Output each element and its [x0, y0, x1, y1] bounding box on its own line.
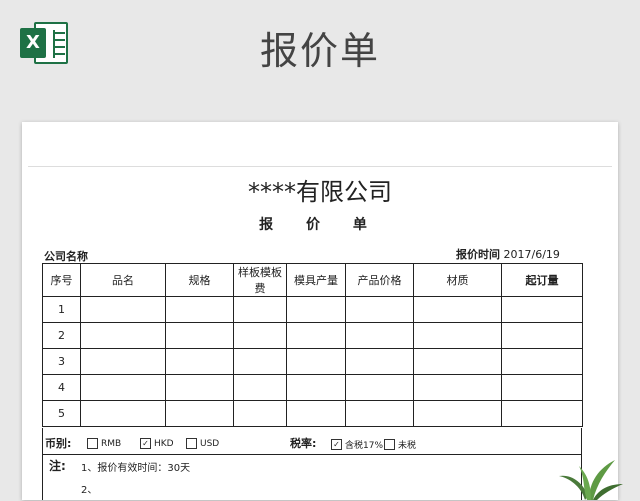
column-header: 起订量	[501, 263, 583, 297]
row-number: 1	[42, 296, 81, 323]
row-number: 2	[42, 322, 81, 349]
quote-table: 序号 品名 规格 样板模板费 模具产量 产品价格 材质 起订量 1 2 3 4 …	[42, 263, 583, 427]
table-header-row: 序号 品名 规格 样板模板费 模具产量 产品价格 材质 起订量	[42, 263, 583, 297]
page-title: 报价单	[259, 29, 380, 73]
column-header: 产品价格	[345, 263, 414, 297]
currency-label: 币别:	[45, 437, 72, 450]
column-header: 序号	[42, 263, 81, 297]
company-name: ****有限公司	[248, 178, 392, 206]
row-number: 3	[42, 348, 81, 375]
checkbox-checked[interactable]: ✓	[140, 438, 151, 449]
currency-option-hkd[interactable]: ✓ HKD	[140, 438, 174, 449]
company-label: 公司名称	[44, 250, 88, 263]
notes-section: 注: 1、报价有效时间：30天 2、	[42, 455, 582, 500]
table-row: 1	[42, 296, 583, 323]
checkbox[interactable]	[384, 439, 395, 450]
table-row: 5	[42, 400, 583, 427]
checkbox-checked[interactable]: ✓	[331, 439, 342, 450]
checkbox[interactable]	[87, 438, 98, 449]
column-header: 材质	[413, 263, 502, 297]
table-row: 4	[42, 374, 583, 401]
row-number: 4	[42, 374, 81, 401]
table-row: 3	[42, 348, 583, 375]
row-number: 5	[42, 400, 81, 427]
document-title: 报 价 单	[259, 217, 381, 233]
note-item: 1、报价有效时间：30天	[81, 463, 191, 474]
column-header: 模具产量	[286, 263, 346, 297]
currency-tax-row: 币别: RMB ✓ HKD USD 税率: ✓ 含税17% 未税	[42, 428, 582, 455]
table-row: 2	[42, 322, 583, 349]
column-header: 品名	[80, 263, 166, 297]
notes-label: 注:	[49, 459, 66, 473]
quote-date: 报价时间 2017/6/19	[456, 248, 560, 261]
tax-option-exclusive[interactable]: 未税	[384, 438, 416, 451]
note-item: 2、	[81, 485, 98, 496]
checkbox[interactable]	[186, 438, 197, 449]
currency-option-rmb[interactable]: RMB	[87, 438, 121, 449]
currency-option-usd[interactable]: USD	[186, 438, 219, 449]
column-header: 规格	[165, 263, 234, 297]
column-header: 样板模板费	[233, 263, 287, 297]
tax-label: 税率:	[290, 437, 317, 450]
tax-option-inclusive[interactable]: ✓ 含税17%	[331, 438, 383, 451]
plant-decoration-icon	[559, 460, 623, 500]
